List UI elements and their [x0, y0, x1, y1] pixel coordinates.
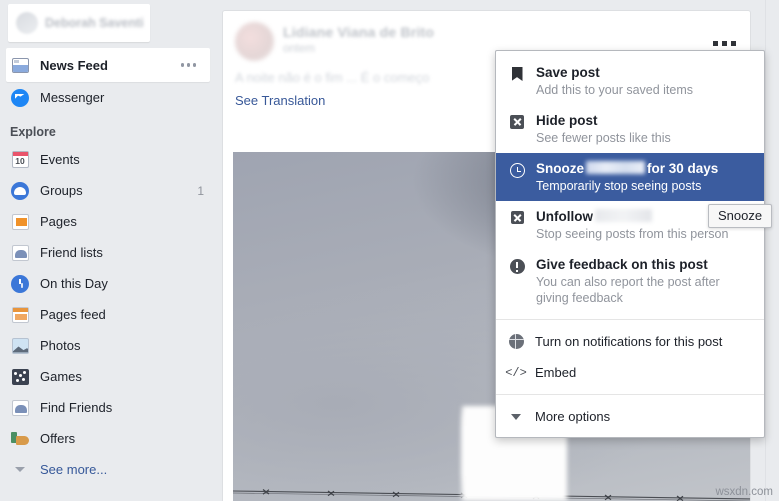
- menu-item-title: Save post: [536, 65, 600, 80]
- see-more-label: See more...: [40, 462, 108, 477]
- right-edge-strip: [765, 0, 779, 501]
- menu-item-title: Turn on notifications for this post: [535, 334, 723, 349]
- snooze-tooltip: Snooze: [708, 204, 773, 228]
- sidebar-item-games[interactable]: Games: [0, 361, 216, 392]
- sidebar-item-find-friends[interactable]: Find Friends: [0, 392, 216, 423]
- snooze-target-name-redacted: [586, 161, 646, 174]
- menu-item-subtitle: You can also report the post after givin…: [536, 275, 720, 305]
- sidebar-item-news-feed[interactable]: News Feed: [6, 48, 210, 82]
- groups-icon: [10, 181, 30, 201]
- snooze-title-suffix: for 30 days: [647, 161, 719, 176]
- globe-icon: [508, 334, 524, 349]
- messenger-icon: [10, 88, 30, 108]
- sidebar-item-pages-feed[interactable]: Pages feed: [0, 299, 216, 330]
- profile-name: Deborah Saventi: [45, 16, 144, 30]
- calendar-icon: 10: [10, 150, 30, 170]
- sidebar-item-label: Groups: [40, 183, 83, 198]
- menu-item-title: Snooze for 30 days: [536, 160, 718, 177]
- watermark: wsxdn.com: [715, 486, 773, 498]
- post-timestamp[interactable]: ontem: [283, 43, 434, 55]
- sidebar-item-label: Pages feed: [40, 307, 106, 322]
- clock-icon: [509, 160, 525, 194]
- sidebar-item-messenger[interactable]: Messenger: [0, 82, 216, 113]
- menu-divider-1: [496, 319, 764, 320]
- menu-item-turn-on-notifications[interactable]: Turn on notifications for this post: [496, 326, 764, 357]
- menu-item-title: Give feedback on this post: [536, 257, 708, 272]
- sidebar-item-label: Find Friends: [40, 400, 113, 415]
- news-feed-options-icon[interactable]: [180, 63, 211, 67]
- sidebar-item-offers[interactable]: Offers: [0, 423, 216, 454]
- post-options-button[interactable]: [713, 41, 736, 46]
- post-author-name[interactable]: Lidiane Viana de Brito: [283, 24, 434, 40]
- menu-item-embed[interactable]: </> Embed: [496, 357, 764, 388]
- menu-item-snooze[interactable]: Snooze for 30 days Temporarily stop seein…: [496, 153, 764, 201]
- bookmark-icon: [509, 64, 525, 98]
- sidebar-item-on-this-day[interactable]: On this Day: [0, 268, 216, 299]
- menu-item-give-feedback[interactable]: Give feedback on this post You can also …: [496, 249, 764, 313]
- sidebar-item-label: Friend lists: [40, 245, 103, 260]
- find-friends-icon: [10, 398, 30, 418]
- hide-x-icon: [509, 112, 525, 146]
- menu-item-title: Hide post: [536, 113, 598, 128]
- friend-lists-icon: [10, 243, 30, 263]
- profile-chip[interactable]: Deborah Saventi: [8, 4, 150, 42]
- news-feed-icon: [10, 55, 30, 75]
- sidebar-item-label: Pages: [40, 214, 77, 229]
- post-meta: Lidiane Viana de Brito ontem: [283, 22, 434, 61]
- games-icon: [10, 367, 30, 387]
- menu-item-subtitle: Stop seeing posts from this person: [536, 227, 729, 241]
- explore-heading: Explore: [10, 125, 56, 139]
- unfollow-x-icon: [509, 208, 525, 242]
- menu-divider-2: [496, 394, 764, 395]
- sidebar-item-label: Events: [40, 152, 80, 167]
- left-sidebar: Deborah Saventi News Feed Messenger Expl…: [0, 0, 216, 501]
- groups-count-badge: 1: [197, 183, 204, 198]
- sidebar-item-label: On this Day: [40, 276, 108, 291]
- pages-icon: [10, 212, 30, 232]
- sidebar-item-label: Photos: [40, 338, 81, 353]
- menu-item-title: More options: [535, 409, 611, 424]
- chevron-down-icon: [10, 460, 30, 480]
- sidebar-item-pages[interactable]: Pages: [0, 206, 216, 237]
- menu-item-hide-post[interactable]: Hide post See fewer posts like this: [496, 105, 764, 153]
- snooze-title-prefix: Snooze: [536, 161, 585, 176]
- menu-item-save-post[interactable]: Save post Add this to your saved items: [496, 57, 764, 105]
- menu-item-title: Embed: [535, 365, 577, 380]
- sidebar-item-friend-lists[interactable]: Friend lists: [0, 237, 216, 268]
- caret-down-icon: [508, 413, 524, 420]
- menu-item-more-options[interactable]: More options: [496, 401, 764, 437]
- sidebar-item-events[interactable]: 10 Events: [0, 144, 216, 175]
- sidebar-item-label: News Feed: [40, 57, 108, 73]
- menu-item-subtitle: Temporarily stop seeing posts: [536, 179, 702, 193]
- menu-item-subtitle: See fewer posts like this: [536, 131, 671, 145]
- on-this-day-icon: [10, 274, 30, 294]
- embed-icon: </>: [505, 365, 527, 380]
- pages-feed-icon: [10, 305, 30, 325]
- profile-avatar: [16, 12, 38, 34]
- avatar[interactable]: [235, 22, 274, 61]
- unfollow-label: Unfollow: [536, 209, 593, 224]
- app-root: Deborah Saventi News Feed Messenger Expl…: [0, 0, 779, 501]
- sidebar-item-groups[interactable]: Groups 1: [0, 175, 216, 206]
- unfollow-target-name-redacted: [595, 209, 652, 222]
- sidebar-item-label: Offers: [40, 431, 76, 446]
- menu-item-subtitle: Add this to your saved items: [536, 83, 694, 97]
- exclamation-icon: [509, 256, 525, 306]
- post-options-menu: Save post Add this to your saved items H…: [495, 50, 765, 438]
- sidebar-see-more[interactable]: See more...: [0, 454, 216, 485]
- menu-item-title: Unfollow: [536, 208, 728, 225]
- photos-icon: [10, 336, 30, 356]
- offers-icon: [10, 429, 30, 449]
- sidebar-item-label: Messenger: [40, 90, 105, 105]
- sidebar-item-photos[interactable]: Photos: [0, 330, 216, 361]
- sidebar-item-label: Games: [40, 369, 82, 384]
